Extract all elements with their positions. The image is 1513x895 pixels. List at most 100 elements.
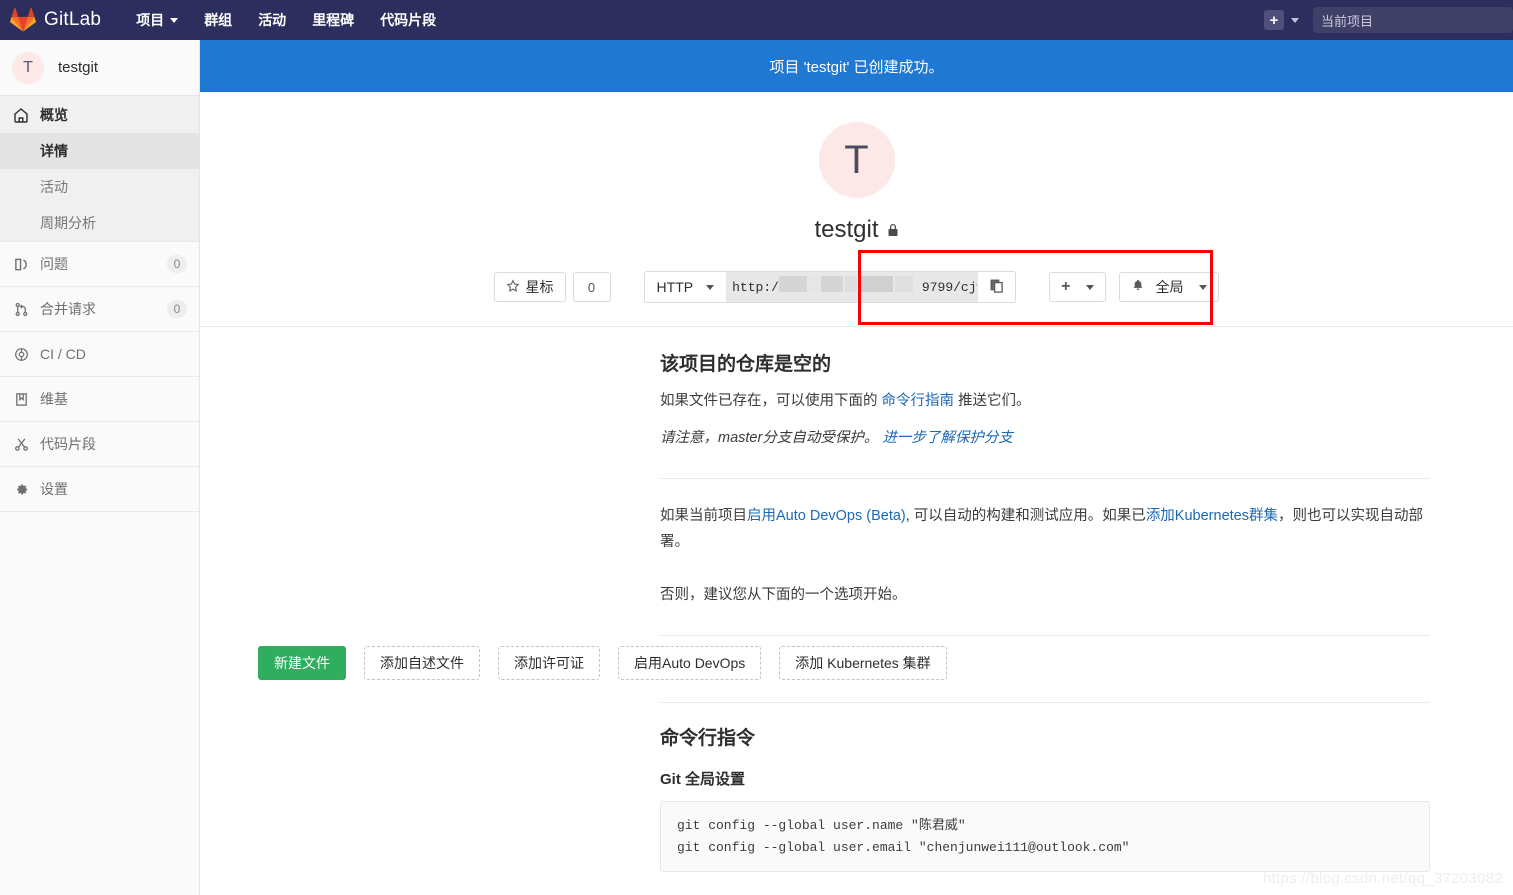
project-sidebar: T testgit 概览 详情 活动 周期分析 问题 0 合并请求 0 CI /… bbox=[0, 40, 200, 895]
sidebar-item-overview-label: 概览 bbox=[40, 106, 68, 123]
add-kubernetes-cluster-button[interactable]: 添加 Kubernetes 集群 bbox=[779, 646, 947, 681]
home-icon bbox=[12, 107, 30, 123]
star-icon bbox=[506, 278, 520, 296]
nav-item-groups[interactable]: 群组 bbox=[191, 0, 245, 40]
gitlab-project-page: GitLab 项目 群组 活动 里程碑 代码片段 + 当前项目 T testgi… bbox=[0, 0, 1513, 895]
sidebar-item-cicd[interactable]: CI / CD bbox=[0, 332, 199, 376]
sidebar-wiki-group: 维基 bbox=[0, 377, 199, 422]
cli-heading: 命令行指令 bbox=[660, 728, 756, 750]
chevron-down-icon bbox=[170, 17, 179, 23]
autodevops-mid: , 可以自动的构建和测试应用。如果已 bbox=[905, 507, 1146, 524]
command-line-guide-link[interactable]: 命令行指南 bbox=[882, 393, 955, 409]
clone-url-prefix: http:/ bbox=[732, 279, 779, 295]
gear-icon bbox=[12, 482, 30, 497]
gitlab-logo-icon bbox=[10, 7, 36, 33]
sidebar-item-merge-requests[interactable]: 合并请求 0 bbox=[0, 287, 199, 331]
sidebar-item-details[interactable]: 详情 bbox=[0, 133, 199, 169]
navbar-left: GitLab 项目 群组 活动 里程碑 代码片段 bbox=[0, 0, 449, 40]
page-title: testgit bbox=[200, 216, 1513, 244]
empty-repo-line1: 如果文件已存在，可以使用下面的 命令行指南 推送它们。 bbox=[660, 388, 1430, 415]
new-file-button[interactable]: 新建文件 bbox=[258, 646, 346, 681]
top-navbar: GitLab 项目 群组 活动 里程碑 代码片段 + 当前项目 bbox=[0, 0, 1513, 40]
new-dropdown-button[interactable]: + bbox=[1260, 0, 1303, 40]
content-divider-1 bbox=[660, 477, 1430, 479]
sidebar-item-cicd-label: CI / CD bbox=[40, 346, 86, 362]
git-global-heading: Git 全局设置 bbox=[660, 771, 745, 789]
enable-auto-devops-button[interactable]: 启用Auto DevOps bbox=[618, 646, 762, 681]
project-actions: + 全局 bbox=[1049, 272, 1220, 302]
sidebar-mr-group: 合并请求 0 bbox=[0, 287, 199, 332]
star-button[interactable]: 星标 bbox=[493, 272, 566, 302]
empty-repo-line2: 请注意，master分支自动受保护。 进一步了解保护分支 bbox=[660, 425, 1430, 452]
flash-success-banner: 项目 'testgit' 已创建成功。 bbox=[200, 40, 1513, 92]
sidebar-item-issues-label: 问题 bbox=[40, 256, 68, 272]
nav-item-activity[interactable]: 活动 bbox=[245, 0, 299, 40]
repo-action-buttons: 新建文件 添加自述文件 添加许可证 启用Auto DevOps 添加 Kuber… bbox=[258, 646, 1513, 681]
main-content: 项目 'testgit' 已创建成功。 T testgit 星标 0 HTTP … bbox=[200, 40, 1513, 895]
sidebar-overview-subitems: 详情 活动 周期分析 bbox=[0, 133, 199, 241]
chevron-down-icon bbox=[1086, 284, 1095, 290]
add-new-dropdown-button[interactable]: + bbox=[1049, 272, 1107, 302]
add-license-button[interactable]: 添加许可证 bbox=[498, 646, 600, 681]
sidebar-project-name: testgit bbox=[58, 59, 99, 76]
git-global-code-line-2: git config --global user.email "chenjunw… bbox=[677, 839, 1130, 855]
sidebar-item-wiki-label: 维基 bbox=[40, 391, 68, 407]
content-divider-2 bbox=[660, 635, 1430, 637]
sidebar-item-activity[interactable]: 活动 bbox=[0, 169, 199, 205]
sidebar-issues-group: 问题 0 bbox=[0, 242, 199, 287]
bell-icon bbox=[1131, 278, 1145, 296]
nav-item-milestones[interactable]: 里程碑 bbox=[299, 0, 367, 40]
sidebar-overview-group: 概览 详情 活动 周期分析 bbox=[0, 96, 199, 242]
star-group: 星标 0 bbox=[493, 272, 611, 302]
merge-request-icon bbox=[12, 302, 30, 317]
sidebar-item-snippets[interactable]: 代码片段 bbox=[0, 422, 199, 466]
protected-branch-link[interactable]: 进一步了解保护分支 bbox=[882, 430, 1013, 446]
navbar-search-input[interactable]: 当前项目 bbox=[1313, 7, 1513, 33]
notification-dropdown-button[interactable]: 全局 bbox=[1119, 272, 1220, 302]
chevron-down-icon bbox=[706, 284, 715, 290]
notification-label: 全局 bbox=[1155, 279, 1184, 295]
empty-repo-heading: 该项目的仓库是空的 bbox=[660, 354, 832, 375]
sidebar-item-wiki[interactable]: 维基 bbox=[0, 377, 199, 421]
nav-item-snippets[interactable]: 代码片段 bbox=[367, 0, 449, 40]
star-count[interactable]: 0 bbox=[572, 272, 611, 302]
nav-item-projects-label: 项目 bbox=[136, 12, 165, 28]
content-divider-3 bbox=[660, 702, 1430, 704]
wiki-icon bbox=[12, 392, 30, 407]
gitlab-brand-label: GitLab bbox=[44, 9, 102, 30]
snippet-icon bbox=[12, 437, 30, 452]
git-global-code-line-1: git config --global user.name "陈君威" bbox=[677, 818, 966, 834]
cicd-icon bbox=[12, 347, 30, 362]
navbar-right: + 当前项目 bbox=[1260, 0, 1513, 40]
sidebar-item-issues[interactable]: 问题 0 bbox=[0, 242, 199, 286]
clone-protocol-dropdown[interactable]: HTTP bbox=[645, 272, 728, 302]
add-kubernetes-cluster-link[interactable]: 添加Kubernetes群集 bbox=[1146, 508, 1278, 524]
sidebar-cicd-group: CI / CD bbox=[0, 332, 199, 377]
add-readme-button[interactable]: 添加自述文件 bbox=[364, 646, 480, 681]
autodevops-paragraph: 如果当前项目启用Auto DevOps (Beta), 可以自动的构建和测试应用… bbox=[660, 503, 1430, 557]
clone-url-suffix: 9799/cjw/tes bbox=[921, 279, 977, 295]
copy-icon bbox=[989, 278, 1005, 297]
clone-protocol-label: HTTP bbox=[656, 279, 694, 295]
empty-repo-line1-pre: 如果文件已存在，可以使用下面的 bbox=[660, 393, 882, 409]
sidebar-item-overview[interactable]: 概览 bbox=[0, 96, 199, 133]
clone-url-input[interactable]: http:/ 9799/cjw/tes bbox=[727, 272, 978, 302]
sidebar-item-settings-label: 设置 bbox=[40, 481, 68, 497]
sidebar-project-header[interactable]: T testgit bbox=[0, 40, 199, 96]
empty-repo-line1-post: 推送它们。 bbox=[954, 393, 1031, 409]
sidebar-item-settings[interactable]: 设置 bbox=[0, 467, 199, 511]
plus-icon: + bbox=[1061, 278, 1071, 295]
project-home-panel: T testgit 星标 0 HTTP http:/ 9799/cj + 全局 … bbox=[200, 92, 1513, 895]
lock-icon bbox=[887, 216, 899, 244]
copy-url-button[interactable] bbox=[977, 272, 1016, 302]
empty-repo-section: 该项目的仓库是空的 如果文件已存在，可以使用下面的 命令行指南 推送它们。 请注… bbox=[660, 327, 1430, 637]
enable-auto-devops-link[interactable]: 启用Auto DevOps (Beta) bbox=[747, 508, 906, 524]
clone-action-bar: 星标 0 HTTP http:/ 9799/cj + 全局 bbox=[200, 250, 1513, 325]
autodevops-pre: 如果当前项目 bbox=[660, 507, 747, 524]
sidebar-issues-count: 0 bbox=[167, 255, 187, 273]
nav-item-projects[interactable]: 项目 bbox=[123, 0, 191, 40]
empty-repo-line2-pre: 请注意，master分支自动受保护。 bbox=[660, 429, 883, 446]
sidebar-item-cycle-analytics[interactable]: 周期分析 bbox=[0, 205, 199, 241]
chevron-down-icon bbox=[1291, 17, 1299, 23]
chevron-down-icon bbox=[1199, 284, 1208, 290]
